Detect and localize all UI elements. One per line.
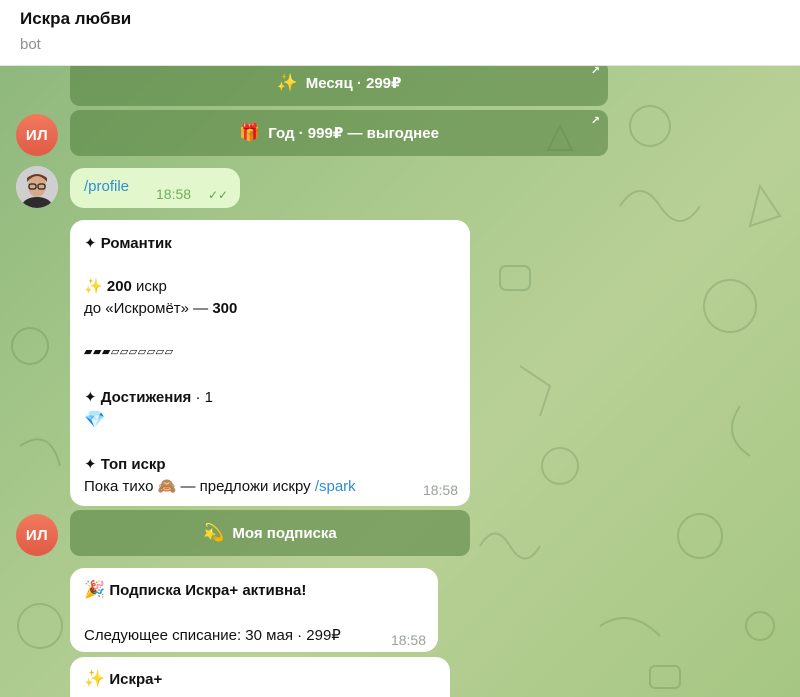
plan-month-button[interactable]: ✨ Месяц · 299₽ ↗ — [70, 66, 608, 106]
external-arrow-icon: ↗ — [590, 66, 600, 77]
rank-line: ✦ Романтик — [84, 234, 172, 252]
profile-message-bubble[interactable]: ✦ Романтик ✨ 200 искр до «Искромёт» — 30… — [70, 220, 470, 506]
message-time: 18:58 — [422, 482, 458, 498]
user-avatar[interactable] — [16, 166, 58, 208]
user-photo-icon — [16, 166, 58, 208]
user-message-bubble[interactable]: /profile 18:58 ✓✓ — [70, 168, 240, 208]
achievements-line: ✦ Достижения · 1 — [84, 388, 213, 406]
party-popper-icon: 🎉 — [84, 580, 106, 599]
chat-title: Искра любви — [20, 9, 132, 28]
subscription-title-line: 🎉 Подписка Искра+ активна! — [84, 580, 306, 600]
plan-info-title: Искра+ — [109, 671, 163, 688]
rank-label: ✦ Романтик — [84, 235, 172, 252]
dizzy-icon: 💫 — [203, 523, 225, 542]
subscription-message-bubble[interactable]: 🎉 Подписка Искра+ активна! Следующее спи… — [70, 568, 438, 652]
sparkles-icon: ✨ — [84, 278, 103, 295]
plan-year-button[interactable]: 🎁 Год · 999₽ — выгоднее ↗ — [70, 110, 608, 156]
diamond-icon: 💎 — [84, 410, 106, 429]
next-level-value: 300 — [212, 300, 238, 317]
achievements-count: · 1 — [191, 389, 213, 406]
next-level-line: до «Искромёт» — 300 — [84, 300, 237, 317]
subscription-title: Подписка Искра+ активна! — [109, 582, 307, 599]
my-subscription-label: Моя подписка — [232, 524, 337, 542]
top-sparks-label: ✦ Топ искр — [84, 456, 166, 473]
sparks-word: искр — [131, 278, 167, 295]
next-level-prefix: до «Искромёт» — — [84, 300, 213, 317]
spark-command-link[interactable]: /spark — [315, 478, 356, 495]
achievements-label: ✦ Достижения — [84, 389, 192, 406]
bot-avatar[interactable]: ИЛ — [16, 114, 58, 156]
message-time: 18:58 — [156, 186, 192, 202]
read-check-icon: ✓✓ — [208, 188, 229, 202]
external-arrow-icon: ↗ — [590, 115, 600, 127]
progress-bar: ▰▰▰▱▱▱▱▱▱▱ — [84, 346, 174, 358]
my-subscription-button[interactable]: 💫 Моя подписка — [70, 510, 470, 556]
top-sparks-text-line: Пока тихо 🙈 — предложи искру /spark — [84, 477, 356, 495]
chat-header[interactable]: Искра любви bot — [0, 0, 800, 66]
plan-year-label: Год · 999₽ — выгоднее — [268, 125, 439, 142]
plan-month-label: Месяц · 299₽ — [305, 75, 402, 92]
sparkles-icon: ✨ — [84, 669, 106, 688]
message-time: 18:58 — [390, 632, 426, 648]
chat-area[interactable]: ✨ Месяц · 299₽ ↗ 🎁 Год · 999₽ — выгоднее… — [0, 66, 800, 697]
top-sparks-text: Пока тихо 🙈 — предложи искру — [84, 478, 315, 495]
gift-icon: 🎁 — [239, 123, 261, 142]
sparks-line: ✨ 200 искр — [84, 277, 167, 295]
chat-subtitle: bot — [20, 36, 41, 53]
bot-avatar[interactable]: ИЛ — [16, 514, 58, 556]
plan-info-title-line: ✨ Искра+ — [84, 669, 162, 689]
sparks-count: 200 — [106, 278, 132, 295]
next-charge: Следующее списание: 30 мая · 299₽ — [84, 627, 341, 644]
profile-command[interactable]: /profile — [84, 178, 129, 195]
sparkles-icon: ✨ — [276, 73, 298, 92]
plan-info-bubble[interactable]: ✨ Искра+ — [70, 657, 450, 697]
top-sparks-line: ✦ Топ искр — [84, 455, 166, 473]
